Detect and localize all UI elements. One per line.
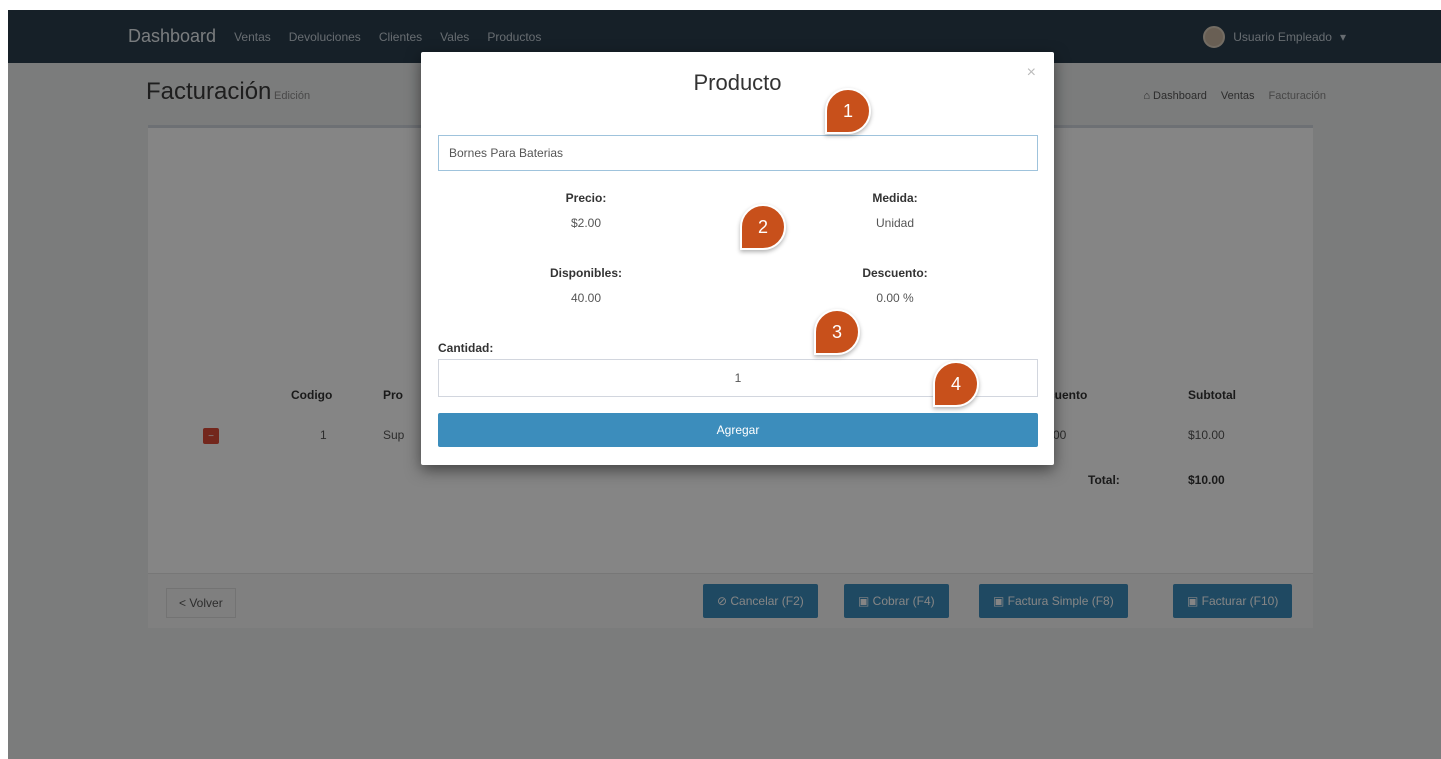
precio-value: $2.00 xyxy=(570,216,602,230)
callout-marker-3: 3 xyxy=(814,309,860,355)
add-product-button[interactable]: Agregar xyxy=(438,413,1038,447)
disponibles-label: Disponibles: xyxy=(549,266,622,280)
app-window: Dashboard Ventas Devoluciones Clientes V… xyxy=(8,10,1441,759)
callout-marker-2: 2 xyxy=(740,204,786,250)
product-search-input[interactable] xyxy=(438,135,1038,171)
descuento-value: 0.00 % xyxy=(876,291,914,305)
descuento-label: Descuento: xyxy=(862,266,928,280)
callout-marker-1: 1 xyxy=(825,88,871,134)
precio-label: Precio: xyxy=(565,191,607,205)
disponibles-value: 40.00 xyxy=(570,291,602,305)
modal-title: Producto xyxy=(693,70,782,95)
cantidad-label: Cantidad: xyxy=(438,341,494,355)
close-icon[interactable]: × xyxy=(1027,64,1036,82)
medida-label: Medida: xyxy=(872,191,918,205)
medida-value: Unidad xyxy=(875,216,915,230)
callout-marker-4: 4 xyxy=(933,361,979,407)
